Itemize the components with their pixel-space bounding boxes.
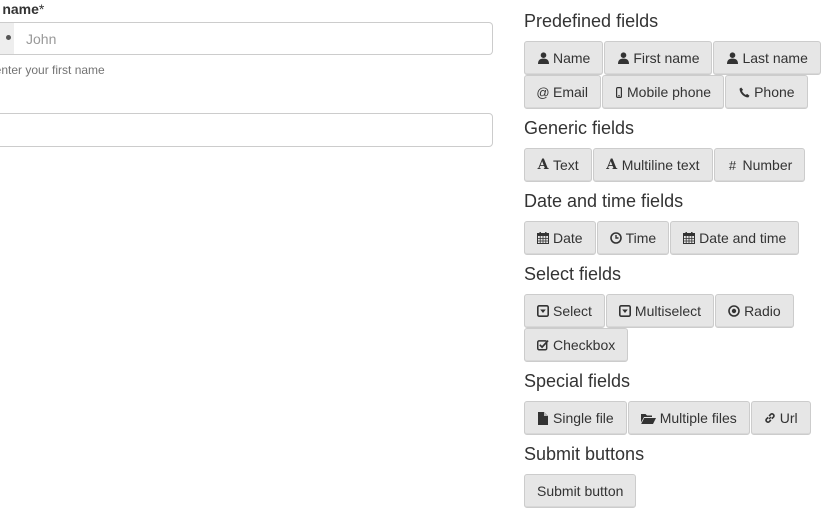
section-title-predefined: Predefined fields [524, 11, 659, 31]
section-title-special: Special fields [524, 371, 631, 391]
clock-icon [609, 231, 622, 245]
button-label: Select [553, 303, 592, 319]
name-button[interactable]: Name [524, 41, 604, 75]
radio-button[interactable]: Radio [715, 294, 794, 328]
phone-icon [738, 85, 750, 99]
at-icon: @ [536, 84, 550, 100]
addon-icon [6, 35, 11, 40]
section-title-select: Select fields [524, 264, 622, 284]
first-name-label: st name* [0, 1, 44, 17]
button-label: Text [553, 157, 579, 173]
date-button[interactable]: Date [524, 221, 596, 255]
section-select: Select fields [524, 264, 834, 284]
section-title-datetime: Date and time fields [524, 191, 684, 211]
button-label: Url [779, 410, 798, 426]
single-file-button[interactable]: Single file [524, 401, 627, 435]
mobile-icon [615, 85, 623, 99]
button-label: Number [742, 157, 793, 173]
button-label: Name [553, 50, 591, 66]
second-field-input[interactable] [0, 113, 493, 147]
mobile-phone-button[interactable]: Mobile phone [602, 75, 725, 109]
font-icon: A [537, 157, 549, 173]
submit-button[interactable]: Submit button [524, 474, 637, 508]
section-title-submit: Submit buttons [524, 444, 645, 464]
calendar-icon [537, 231, 549, 245]
multiple-files-button[interactable]: Multiple files [627, 401, 750, 435]
select-button[interactable]: Select [524, 294, 605, 328]
predefined-row-1: Name First name Last name [524, 41, 822, 75]
submit-row: Submit button [524, 474, 637, 508]
button-label: Email [553, 84, 589, 100]
checkbox-button[interactable]: Checkbox [524, 328, 629, 362]
time-button[interactable]: Time [596, 221, 670, 255]
field-label-text: st name [0, 1, 39, 17]
multiline-text-button[interactable]: A Multiline text [592, 148, 713, 182]
folder-open-icon [640, 411, 656, 425]
section-generic: Generic fields [524, 118, 834, 138]
first-name-button[interactable]: First name [604, 41, 713, 75]
button-label: Mobile phone [627, 84, 712, 100]
predefined-row-2: @ Email Mobile phone Phone [524, 75, 809, 109]
section-special: Special fields [524, 371, 834, 391]
phone-button[interactable]: Phone [725, 75, 808, 109]
required-mark: * [38, 1, 45, 17]
button-label: Checkbox [553, 337, 616, 353]
check-square-icon [537, 338, 549, 352]
last-name-button[interactable]: Last name [713, 41, 821, 75]
file-icon [537, 411, 549, 425]
link-icon [764, 411, 776, 425]
section-predefined: Predefined fields [524, 11, 834, 31]
caret-square-icon [537, 304, 549, 318]
button-label: Phone [754, 84, 795, 100]
number-button[interactable]: # Number [713, 148, 806, 182]
dot-circle-icon [728, 304, 740, 318]
email-button[interactable]: @ Email [524, 75, 602, 109]
datetime-row: Date Time Date and time [524, 221, 800, 255]
generic-row: A Text A Multiline text # Number [524, 148, 806, 182]
button-label: Single file [553, 410, 614, 426]
text-button[interactable]: A Text [524, 148, 592, 182]
select-row-2: Checkbox [524, 328, 629, 362]
section-title-generic: Generic fields [524, 118, 635, 138]
button-label: Date [553, 230, 583, 246]
button-label: Last name [742, 50, 808, 66]
form-editor: st name* ase enter your first name [0, 0, 500, 519]
caret-square-icon [618, 304, 631, 318]
date-and-time-button[interactable]: Date and time [670, 221, 800, 255]
first-name-input[interactable] [14, 22, 493, 55]
button-label: First name [633, 50, 700, 66]
hash-icon: # [728, 157, 737, 173]
button-label: Multiselect [634, 303, 702, 319]
button-label: Radio [744, 303, 781, 319]
button-label: Time [625, 230, 657, 246]
help-text: ase enter your first name [0, 63, 105, 77]
button-label: Multiple files [659, 410, 737, 426]
calendar-icon [683, 231, 696, 245]
button-label: Multiline text [621, 157, 700, 173]
user-icon [617, 51, 629, 65]
multiselect-button[interactable]: Multiselect [605, 294, 715, 328]
button-label: Submit button [537, 483, 624, 499]
url-button[interactable]: Url [750, 401, 811, 435]
special-row: Single file Multiple files Url [524, 401, 812, 435]
font-icon: A [606, 157, 618, 173]
user-icon [726, 51, 738, 65]
section-submit: Submit buttons [524, 444, 834, 464]
button-label: Date and time [699, 230, 787, 246]
user-icon [537, 51, 549, 65]
select-row-1: Select Multiselect Radio [524, 294, 795, 328]
section-datetime: Date and time fields [524, 191, 834, 211]
